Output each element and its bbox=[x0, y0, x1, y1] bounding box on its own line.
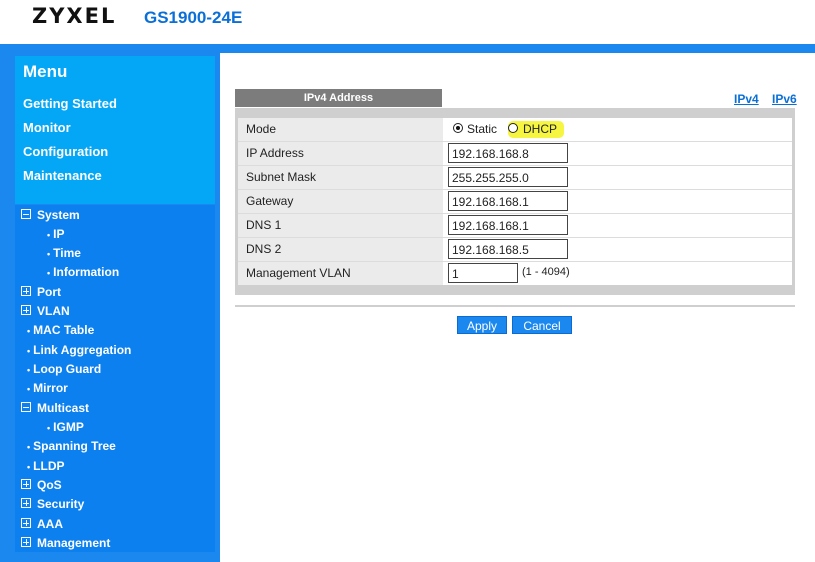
expand-icon[interactable] bbox=[21, 518, 31, 528]
section-tab-ipv4-address: IPv4 Address bbox=[235, 89, 442, 107]
management-vlan-input[interactable]: 1 bbox=[448, 263, 518, 283]
label-subnet-mask: Subnet Mask bbox=[238, 166, 443, 189]
top-bar bbox=[0, 44, 815, 53]
gateway-input[interactable]: 192.168.168.1 bbox=[448, 191, 568, 211]
expand-icon[interactable] bbox=[21, 537, 31, 547]
row-ip-address: IP Address 192.168.168.8 bbox=[238, 142, 792, 166]
tree-item-mirror[interactable]: • Mirror bbox=[27, 381, 68, 395]
expand-icon[interactable] bbox=[21, 286, 31, 296]
bullet-icon: • bbox=[47, 249, 51, 259]
bullet-icon: • bbox=[47, 230, 51, 240]
tree-item-ip[interactable]: • IP bbox=[47, 227, 65, 241]
row-subnet-mask: Subnet Mask 255.255.255.0 bbox=[238, 166, 792, 190]
menu-link-monitor[interactable]: Monitor bbox=[23, 120, 71, 135]
tree-item-management[interactable]: Management bbox=[21, 536, 110, 550]
header: ZYXEL GS1900-24E bbox=[0, 0, 815, 44]
bullet-icon: • bbox=[27, 346, 31, 356]
label-dhcp: DHCP bbox=[523, 122, 558, 136]
tree-item-system[interactable]: System bbox=[21, 208, 80, 222]
ipv4-settings-panel: Mode Static DHCP IP Address 192.168.168.… bbox=[235, 108, 795, 295]
row-management-vlan: Management VLAN 1 (1 - 4094) bbox=[238, 262, 792, 285]
tree-item-loop-guard[interactable]: • Loop Guard bbox=[27, 362, 101, 376]
bullet-icon: • bbox=[47, 268, 51, 278]
link-ipv6[interactable]: IPv6 bbox=[772, 92, 797, 106]
tree-item-qos[interactable]: QoS bbox=[21, 478, 62, 492]
menu-link-getting-started[interactable]: Getting Started bbox=[23, 96, 117, 111]
label-gateway: Gateway bbox=[238, 190, 443, 213]
tree-item-vlan[interactable]: VLAN bbox=[21, 304, 70, 318]
ipv4-form: Mode Static DHCP IP Address 192.168.168.… bbox=[238, 118, 792, 285]
row-dns1: DNS 1 192.168.168.1 bbox=[238, 214, 792, 238]
label-static: Static bbox=[467, 122, 498, 136]
tree-item-igmp[interactable]: • IGMP bbox=[47, 420, 84, 434]
bullet-icon: • bbox=[27, 442, 31, 452]
ip-address-input[interactable]: 192.168.168.8 bbox=[448, 143, 568, 163]
divider bbox=[235, 305, 795, 307]
label-mode: Mode bbox=[238, 118, 443, 141]
collapse-icon[interactable] bbox=[21, 209, 31, 219]
bullet-icon: • bbox=[27, 462, 31, 472]
radio-static[interactable] bbox=[453, 123, 463, 133]
device-model: GS1900-24E bbox=[144, 8, 243, 27]
dns1-input[interactable]: 192.168.168.1 bbox=[448, 215, 568, 235]
menu-title: Menu bbox=[23, 62, 68, 81]
label-management-vlan: Management VLAN bbox=[238, 262, 443, 285]
menu-panel: Menu Getting Started Monitor Configurati… bbox=[15, 56, 215, 204]
dns2-input[interactable]: 192.168.168.5 bbox=[448, 239, 568, 259]
tree-item-security[interactable]: Security bbox=[21, 497, 84, 511]
tree-item-time[interactable]: • Time bbox=[47, 246, 81, 260]
tree-item-spanning-tree[interactable]: • Spanning Tree bbox=[27, 439, 116, 453]
brand-logo: ZYXEL bbox=[32, 4, 117, 28]
subnet-mask-input[interactable]: 255.255.255.0 bbox=[448, 167, 568, 187]
collapse-icon[interactable] bbox=[21, 402, 31, 412]
label-ip-address: IP Address bbox=[238, 142, 443, 165]
tree-item-information[interactable]: • Information bbox=[47, 265, 119, 279]
tree-item-lldp[interactable]: • LLDP bbox=[27, 459, 65, 473]
expand-icon[interactable] bbox=[21, 479, 31, 489]
link-ipv4[interactable]: IPv4 bbox=[734, 92, 759, 106]
tree-item-link-aggregation[interactable]: • Link Aggregation bbox=[27, 343, 131, 357]
menu-link-maintenance[interactable]: Maintenance bbox=[23, 168, 102, 183]
tree-item-port[interactable]: Port bbox=[21, 285, 61, 299]
row-gateway: Gateway 192.168.168.1 bbox=[238, 190, 792, 214]
tree-item-aaa[interactable]: AAA bbox=[21, 517, 63, 531]
row-mode: Mode Static DHCP bbox=[238, 118, 792, 142]
sidebar: Menu Getting Started Monitor Configurati… bbox=[0, 53, 220, 562]
main-content: IPv4 Address IPv4 IPv6 Mode Static DHCP … bbox=[220, 53, 815, 562]
label-dns1: DNS 1 bbox=[238, 214, 443, 237]
nav-tree: System • IP • Time • Information Port VLAN … bbox=[15, 205, 215, 552]
row-dns2: DNS 2 192.168.168.5 bbox=[238, 238, 792, 262]
bullet-icon: • bbox=[27, 326, 31, 336]
bullet-icon: • bbox=[27, 384, 31, 394]
tree-item-mac-table[interactable]: • MAC Table bbox=[27, 323, 94, 337]
apply-button[interactable]: Apply bbox=[457, 316, 507, 334]
cancel-button[interactable]: Cancel bbox=[512, 316, 572, 334]
bullet-icon: • bbox=[27, 365, 31, 375]
radio-dhcp[interactable] bbox=[508, 123, 518, 133]
tree-item-multicast[interactable]: Multicast bbox=[21, 401, 89, 415]
bullet-icon: • bbox=[47, 423, 51, 433]
expand-icon[interactable] bbox=[21, 498, 31, 508]
expand-icon[interactable] bbox=[21, 305, 31, 315]
vlan-range-hint: (1 - 4094) bbox=[522, 266, 570, 278]
menu-link-configuration[interactable]: Configuration bbox=[23, 144, 108, 159]
label-dns2: DNS 2 bbox=[238, 238, 443, 261]
